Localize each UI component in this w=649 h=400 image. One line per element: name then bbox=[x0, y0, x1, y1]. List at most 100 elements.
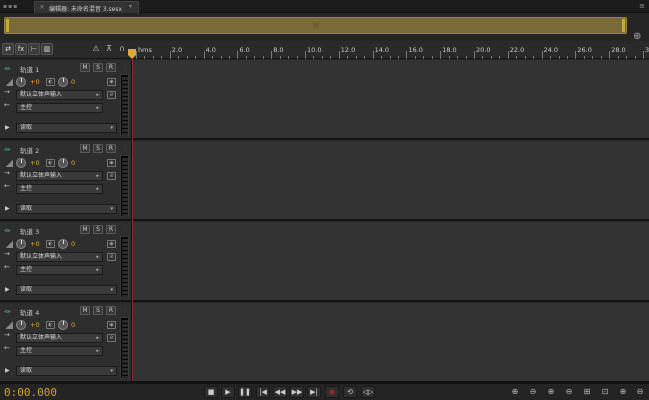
pan-knob[interactable] bbox=[58, 77, 68, 87]
track-options-icon[interactable]: ⋮ bbox=[122, 64, 128, 71]
track-clip-area[interactable] bbox=[133, 303, 649, 381]
skip-selection-button[interactable]: ◁▷ bbox=[361, 386, 375, 398]
navigator-right-handle[interactable] bbox=[622, 19, 625, 32]
zoom-out-icon[interactable]: ⊖ bbox=[633, 386, 647, 398]
volume-value[interactable]: +0 bbox=[30, 159, 40, 167]
automation-mode-select[interactable]: 读取 ▾ bbox=[16, 123, 117, 133]
zoom-in-icon[interactable]: ⊕ bbox=[616, 386, 630, 398]
expand-automation-icon[interactable]: ▶ bbox=[5, 286, 10, 293]
track-name[interactable]: 轨道 3 bbox=[20, 226, 39, 236]
editor-tab[interactable]: × 编辑器: 未命名混音 3.sesx ▾ bbox=[34, 1, 139, 13]
phase-invert-icon[interactable]: ⊘ bbox=[107, 253, 116, 261]
solo-button[interactable]: S bbox=[93, 63, 103, 72]
record-button[interactable]: ● bbox=[325, 386, 339, 398]
loop-button[interactable]: ⟲ bbox=[343, 386, 357, 398]
timeline-ruler[interactable]: hms 2.0 4.0 6.0 8.0 10.0 12.0 14.0 16.0 18.0 20.0 2… bbox=[132, 41, 649, 59]
rewind-button[interactable]: ◀◀ bbox=[273, 386, 287, 398]
volume-value[interactable]: +0 bbox=[30, 78, 40, 86]
volume-knob[interactable] bbox=[16, 77, 26, 87]
automation-mode-select[interactable]: 读取 ▾ bbox=[16, 204, 117, 214]
track-name[interactable]: 轨道 1 bbox=[20, 64, 39, 74]
record-arm-button[interactable]: R bbox=[106, 225, 116, 234]
track-grip-icon[interactable]: ⫷⫸ bbox=[4, 146, 14, 153]
track-options-icon[interactable]: ⋮ bbox=[122, 226, 128, 233]
zoom-out-time-icon[interactable]: ⊖ bbox=[562, 386, 576, 398]
volume-value[interactable]: +0 bbox=[30, 321, 40, 329]
volume-knob[interactable] bbox=[16, 158, 26, 168]
mute-button[interactable]: M bbox=[80, 306, 90, 315]
sends-button[interactable]: ⊢ bbox=[28, 43, 40, 55]
zoom-full-icon[interactable]: ⊞ bbox=[580, 386, 594, 398]
pan-value[interactable]: 0 bbox=[71, 321, 75, 329]
monitor-input-icon[interactable]: ◉ bbox=[107, 240, 116, 248]
track-clip-area[interactable] bbox=[133, 141, 649, 219]
fast-forward-button[interactable]: ▶▶ bbox=[290, 386, 304, 398]
track-options-icon[interactable]: ⋮ bbox=[122, 307, 128, 314]
phase-invert-icon[interactable]: ⊘ bbox=[107, 91, 116, 99]
go-to-start-button[interactable]: |◀ bbox=[256, 386, 270, 398]
monitor-input-icon[interactable]: ◉ bbox=[107, 78, 116, 86]
record-arm-button[interactable]: R bbox=[106, 144, 116, 153]
automation-mode-select[interactable]: 读取 ▾ bbox=[16, 285, 117, 295]
track-name[interactable]: 轨道 4 bbox=[20, 307, 39, 317]
zoom-in-time-icon[interactable]: ⊕ bbox=[544, 386, 558, 398]
track-clip-area[interactable] bbox=[133, 222, 649, 300]
track-options-icon[interactable]: ⋮ bbox=[122, 145, 128, 152]
tab-dropdown-icon[interactable]: ▾ bbox=[129, 3, 132, 10]
automation-mode-select[interactable]: 读取 ▾ bbox=[16, 366, 117, 376]
zoom-navigator-bar[interactable]: ||| bbox=[4, 17, 627, 34]
close-tab-icon[interactable]: × bbox=[39, 3, 45, 11]
output-select[interactable]: 主控 ▸ bbox=[16, 346, 103, 356]
track-clip-area[interactable] bbox=[133, 60, 649, 138]
output-select[interactable]: 主控 ▸ bbox=[16, 265, 103, 275]
solo-button[interactable]: S bbox=[93, 225, 103, 234]
record-arm-button[interactable]: R bbox=[106, 306, 116, 315]
expand-automation-icon[interactable]: ▶ bbox=[5, 124, 10, 131]
monitor-input-icon[interactable]: ◉ bbox=[107, 159, 116, 167]
mute-button[interactable]: M bbox=[80, 63, 90, 72]
input-select[interactable]: 默认立体声输入 ▸ bbox=[16, 252, 103, 262]
go-to-end-button[interactable]: ▶| bbox=[307, 386, 321, 398]
panel-grip-icon[interactable]: ▪▪▪ bbox=[3, 3, 23, 10]
input-select[interactable]: 默认立体声输入 ▸ bbox=[16, 90, 103, 100]
mute-button[interactable]: M bbox=[80, 225, 90, 234]
inputs-outputs-button[interactable]: ⇄ bbox=[2, 43, 14, 55]
pan-value[interactable]: 0 bbox=[71, 78, 75, 86]
input-select[interactable]: 默认立体声输入 ▸ bbox=[16, 333, 103, 343]
navigator-grip-icon[interactable]: ||| bbox=[313, 22, 319, 29]
headphone-icon[interactable]: ∩ bbox=[116, 43, 128, 55]
expand-automation-icon[interactable]: ▶ bbox=[5, 205, 10, 212]
pan-knob[interactable] bbox=[58, 239, 68, 249]
clip-snap-icon[interactable]: ⊼ bbox=[103, 43, 115, 55]
expand-automation-icon[interactable]: ▶ bbox=[5, 367, 10, 374]
track-grip-icon[interactable]: ⫷⫸ bbox=[4, 308, 14, 315]
volume-value[interactable]: +0 bbox=[30, 240, 40, 248]
volume-knob[interactable] bbox=[16, 320, 26, 330]
pan-knob[interactable] bbox=[58, 158, 68, 168]
pause-button[interactable]: ❚❚ bbox=[238, 386, 252, 398]
stop-button[interactable]: ■ bbox=[204, 386, 218, 398]
navigator-left-handle[interactable] bbox=[6, 19, 9, 32]
volume-knob[interactable] bbox=[16, 239, 26, 249]
record-arm-button[interactable]: R bbox=[106, 63, 116, 72]
monitor-input-icon[interactable]: ◉ bbox=[107, 321, 116, 329]
track-name[interactable]: 轨道 2 bbox=[20, 145, 39, 155]
solo-button[interactable]: S bbox=[93, 144, 103, 153]
solo-button[interactable]: S bbox=[93, 306, 103, 315]
phase-invert-icon[interactable]: ⊘ bbox=[107, 334, 116, 342]
eq-button[interactable]: ▥ bbox=[41, 43, 53, 55]
panel-menu-icon[interactable]: ≡ bbox=[639, 2, 645, 10]
zoom-out-amplitude-icon[interactable]: ⊖ bbox=[526, 386, 540, 398]
zoom-in-amplitude-icon[interactable]: ⊕ bbox=[508, 386, 522, 398]
input-select[interactable]: 默认立体声输入 ▸ bbox=[16, 171, 103, 181]
mute-button[interactable]: M bbox=[80, 144, 90, 153]
track-grip-icon[interactable]: ⫷⫸ bbox=[4, 227, 14, 234]
pan-knob[interactable] bbox=[58, 320, 68, 330]
zoom-selection-icon[interactable]: ⊡ bbox=[598, 386, 612, 398]
effects-rack-button[interactable]: fx bbox=[15, 43, 27, 55]
pan-value[interactable]: 0 bbox=[71, 240, 75, 248]
track-grip-icon[interactable]: ⫷⫸ bbox=[4, 65, 14, 72]
pan-value[interactable]: 0 bbox=[71, 159, 75, 167]
output-select[interactable]: 主控 ▸ bbox=[16, 184, 103, 194]
phase-invert-icon[interactable]: ⊘ bbox=[107, 172, 116, 180]
